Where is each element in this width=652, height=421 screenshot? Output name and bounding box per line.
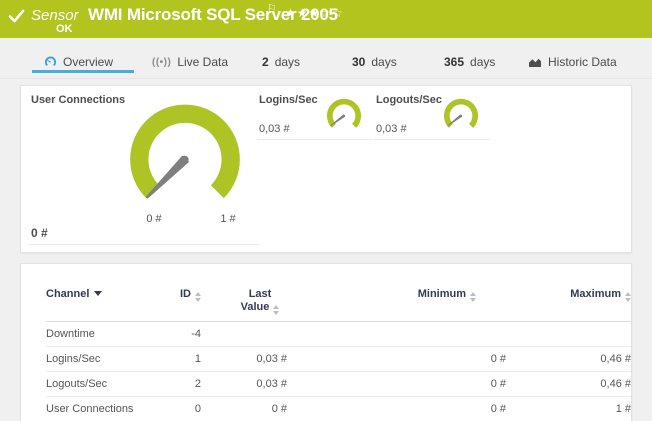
divider [374,139,490,140]
logins-value: 0,03 # [259,123,290,135]
live-data-icon: ((•)) [152,57,171,68]
tab-bar: Overview ((•)) Live Data 2 days 30 days … [0,38,652,79]
tab-label: Overview [63,55,113,69]
column-label: Last Value [241,288,272,313]
priority-stars[interactable]: ★★★☆☆ [285,6,344,20]
gauge-min-label: 0 # [139,213,169,225]
column-header-id[interactable]: ID [141,264,201,322]
cell-id: 1 [141,347,201,372]
sort-icon [195,292,201,302]
user-connections-gauge [121,99,249,218]
sensor-kind-label: Sensor [31,7,79,24]
cell-channel: Logouts/Sec [46,372,141,397]
gauge-title-logins: Logins/Sec [259,94,318,106]
column-header-maximum[interactable]: Maximum [506,264,631,322]
tab-historic-data[interactable]: Historic Data [528,51,617,73]
tab-label: Live Data [177,55,228,69]
cell-maximum: 1 # [506,397,631,421]
logouts-value: 0,03 # [376,123,407,135]
table-row-logouts[interactable]: Logouts/Sec 2 0,03 # 0 # 0,46 # [46,372,631,397]
cell-minimum: 0 # [287,397,506,421]
cell-channel: Downtime [46,322,141,347]
cell-id: 2 [141,372,201,397]
cell-minimum: 0 # [287,372,506,397]
cell-last-value: 0,03 # [201,372,287,397]
priority-flag-icon[interactable]: ⚐ [267,2,277,15]
overview-gauges-panel: User Connections 0 # 1 # 0 # Logins/Sec … [20,85,632,253]
stars-empty: ☆☆ [320,6,344,20]
cell-maximum [506,322,631,347]
table-header-row: Channel ID Last Value Minimum Maximum [46,264,631,322]
active-tab-indicator [32,70,134,73]
channel-table: Channel ID Last Value Minimum Maximum Do… [46,264,631,421]
table-row-user-connections[interactable]: User Connections 0 0 # 0 # 1 # [46,397,631,421]
logouts-gauge [441,97,481,134]
sort-icon [470,292,476,302]
cell-maximum: 0,46 # [506,347,631,372]
tab-number: 365 [444,55,464,69]
user-connections-value: 0 # [31,226,48,240]
tab-label: days [275,55,300,69]
column-label: Minimum [418,288,466,300]
logins-gauge [324,97,364,134]
tab-number: 30 [352,55,365,69]
stars-filled: ★★★ [285,6,320,20]
cell-channel: User Connections [46,397,141,421]
column-header-channel[interactable]: Channel [46,264,141,322]
tab-2-days[interactable]: 2 days [262,51,300,73]
status-check-icon [8,9,25,23]
tab-30-days[interactable]: 30 days [352,51,397,73]
cell-minimum [287,322,506,347]
divider [29,244,259,245]
sort-icon [625,292,631,302]
column-label: ID [180,288,191,300]
sensor-header: Sensor WMI Microsoft SQL Server 2005 ⚐ ★… [0,0,652,38]
cell-last-value: 0 # [201,397,287,421]
tab-label: Historic Data [548,55,617,69]
cell-last-value [201,322,287,347]
sensor-status-badge: OK [56,23,73,35]
gauge-title-logouts: Logouts/Sec [376,94,442,106]
cell-id: 0 [141,397,201,421]
cell-last-value: 0,03 # [201,347,287,372]
gauge-icon [44,56,57,68]
tab-label: days [470,55,495,69]
cell-minimum: 0 # [287,347,506,372]
tab-number: 2 [262,55,269,69]
cell-maximum: 0,46 # [506,372,631,397]
divider [257,139,372,140]
channel-table-panel: Channel ID Last Value Minimum Maximum Do… [20,263,632,421]
cell-id: -4 [141,322,201,347]
column-header-last-value[interactable]: Last Value [201,264,287,322]
gauge-title-user-connections: User Connections [31,94,125,106]
table-row-downtime[interactable]: Downtime -4 [46,322,631,347]
column-label: Channel [46,288,89,300]
historic-data-icon [528,57,542,68]
tab-label: days [371,55,396,69]
tab-live-data[interactable]: ((•)) Live Data [152,51,228,73]
column-label: Maximum [570,288,621,300]
tab-365-days[interactable]: 365 days [444,51,495,73]
sort-caret-icon [94,291,102,296]
prtg-sensor-page: Sensor WMI Microsoft SQL Server 2005 ⚐ ★… [0,0,652,421]
sort-icon [273,305,279,315]
table-row-logins[interactable]: Logins/Sec 1 0,03 # 0 # 0,46 # [46,347,631,372]
column-header-minimum[interactable]: Minimum [287,264,506,322]
gauge-max-label: 1 # [213,213,243,225]
cell-channel: Logins/Sec [46,347,141,372]
